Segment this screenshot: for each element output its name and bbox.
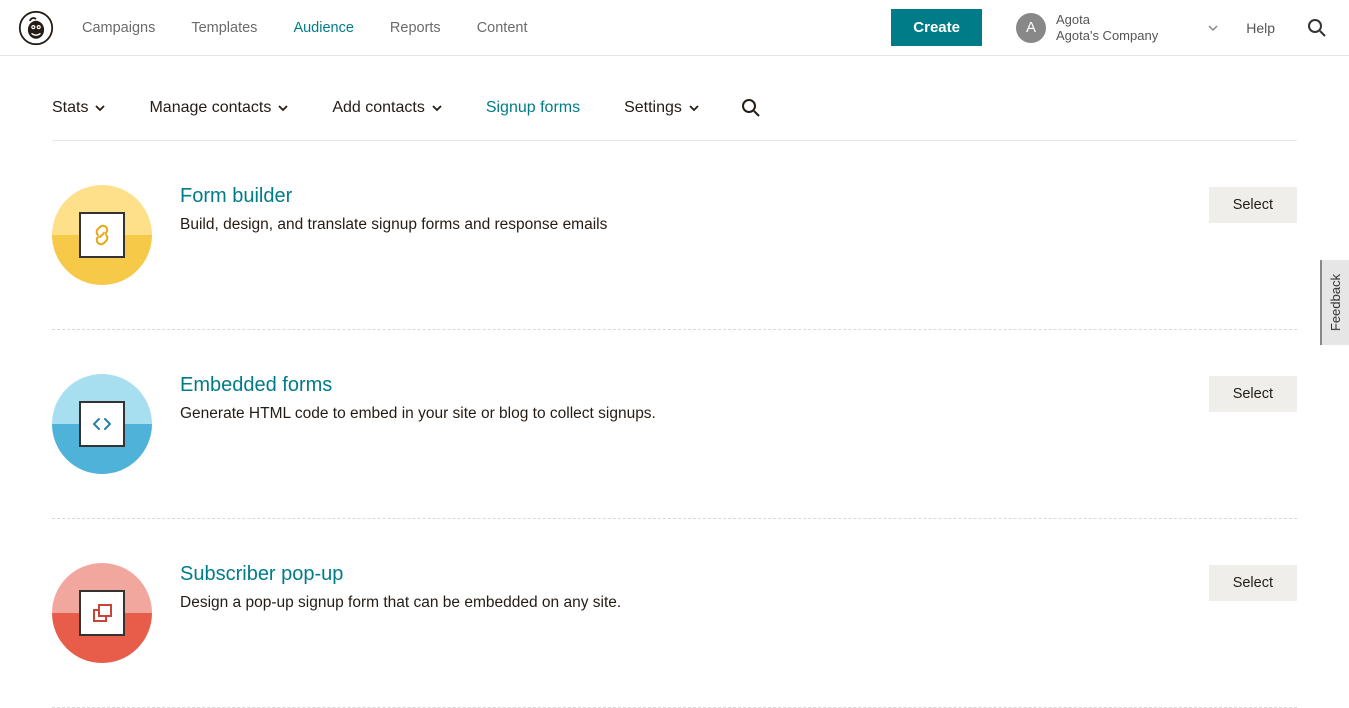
nav-content[interactable]: Content (477, 20, 528, 36)
account-name: Agota (1056, 12, 1158, 28)
select-button-popup[interactable]: Select (1209, 565, 1297, 601)
chevron-down-icon (432, 103, 442, 113)
subnav-signup-forms[interactable]: Signup forms (486, 99, 580, 117)
form-title[interactable]: Embedded forms (180, 374, 1181, 397)
subscriber-popup-icon (52, 563, 152, 663)
subnav-search-button[interactable] (737, 94, 765, 122)
topbar: Campaigns Templates Audience Reports Con… (0, 0, 1349, 56)
signup-forms-list: Form builder Build, design, and translat… (0, 141, 1349, 708)
nav-templates[interactable]: Templates (191, 20, 257, 36)
form-title[interactable]: Form builder (180, 185, 1181, 208)
subnav-manage-contacts[interactable]: Manage contacts (149, 99, 288, 117)
form-row-embedded: Embedded forms Generate HTML code to emb… (52, 330, 1297, 519)
account-menu[interactable]: A Agota Agota's Company (1016, 12, 1218, 43)
top-nav: Campaigns Templates Audience Reports Con… (82, 20, 527, 36)
chevron-down-icon (1208, 23, 1218, 33)
account-company: Agota's Company (1056, 28, 1158, 44)
avatar: A (1016, 13, 1046, 43)
subnav-add-contacts[interactable]: Add contacts (332, 99, 442, 117)
search-icon (741, 98, 761, 118)
link-icon (79, 212, 125, 258)
chevron-down-icon (689, 103, 699, 113)
mailchimp-logo[interactable] (18, 10, 54, 46)
nav-audience[interactable]: Audience (293, 20, 353, 36)
chevron-down-icon (278, 103, 288, 113)
search-button-top[interactable] (1303, 14, 1331, 42)
form-desc: Design a pop-up signup form that can be … (180, 594, 1181, 612)
form-title[interactable]: Subscriber pop-up (180, 563, 1181, 586)
feedback-tab[interactable]: Feedback (1320, 260, 1349, 345)
sub-nav: Stats Manage contacts Add contacts Signu… (52, 94, 1297, 141)
form-desc: Generate HTML code to embed in your site… (180, 405, 1181, 423)
form-row-form-builder: Form builder Build, design, and translat… (52, 141, 1297, 330)
search-icon (1307, 18, 1327, 38)
help-link[interactable]: Help (1246, 20, 1275, 36)
chevron-down-icon (95, 103, 105, 113)
select-button-embedded[interactable]: Select (1209, 376, 1297, 412)
form-row-popup: Subscriber pop-up Design a pop-up signup… (52, 519, 1297, 708)
nav-campaigns[interactable]: Campaigns (82, 20, 155, 36)
nav-reports[interactable]: Reports (390, 20, 441, 36)
subnav-stats[interactable]: Stats (52, 99, 105, 117)
embedded-forms-icon (52, 374, 152, 474)
form-builder-icon (52, 185, 152, 285)
subnav-settings[interactable]: Settings (624, 99, 699, 117)
create-button[interactable]: Create (891, 9, 982, 46)
select-button-form-builder[interactable]: Select (1209, 187, 1297, 223)
popup-icon (79, 590, 125, 636)
form-desc: Build, design, and translate signup form… (180, 216, 1181, 234)
code-icon (79, 401, 125, 447)
